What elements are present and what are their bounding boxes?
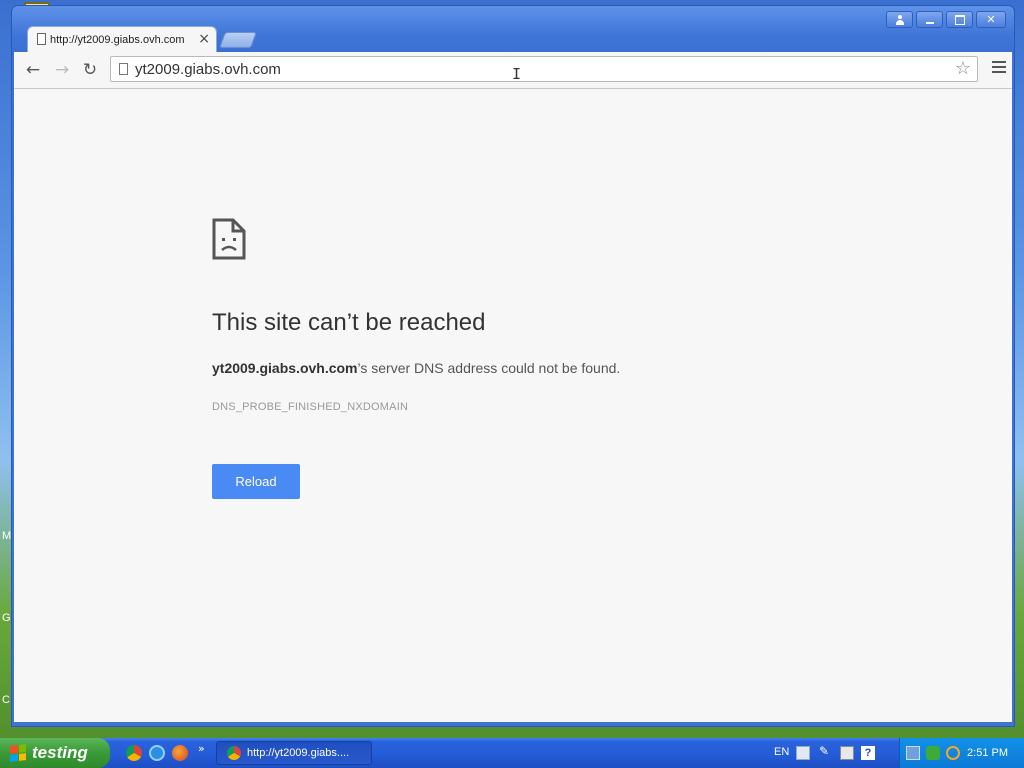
reload-button[interactable]: Reload <box>212 464 300 499</box>
profile-button[interactable] <box>886 11 913 28</box>
keyboard-icon[interactable] <box>796 746 810 760</box>
menu-button[interactable] <box>992 61 1006 76</box>
star-icon[interactable]: ☆ <box>955 58 971 79</box>
arrow-right-icon: → <box>54 60 70 80</box>
window-controls: ✕ <box>886 11 1006 28</box>
quick-launch-more-icon[interactable]: » <box>198 742 205 755</box>
language-indicator[interactable]: EN <box>774 746 789 758</box>
page-content: This site can’t be reached yt2009.giabs.… <box>14 89 1012 722</box>
pen-icon[interactable]: ✎ <box>819 744 833 758</box>
desktop-icon-label: G <box>2 612 11 624</box>
windows-logo-icon <box>10 744 26 762</box>
network-icon[interactable] <box>906 746 920 760</box>
arrow-left-icon: ← <box>25 60 41 80</box>
close-icon: ✕ <box>986 13 996 26</box>
maximize-button[interactable] <box>946 11 973 28</box>
address-bar[interactable]: yt2009.giabs.ovh.com I ☆ <box>110 56 978 83</box>
desktop-icon-label: M <box>2 530 12 542</box>
chrome-icon[interactable] <box>126 745 142 761</box>
browser-toolbar: ← → ↻ yt2009.giabs.ovh.com I ☆ <box>14 52 1012 89</box>
security-icon[interactable] <box>926 746 940 760</box>
firefox-icon[interactable] <box>172 745 188 761</box>
error-host: yt2009.giabs.ovh.com <box>212 360 358 376</box>
back-button[interactable]: ← <box>22 59 44 81</box>
error-title: This site can’t be reached <box>212 309 486 336</box>
taskbar-item-browser[interactable]: http://yt2009.giabs.... <box>216 741 372 765</box>
help-icon[interactable]: ? <box>861 746 875 760</box>
sad-page-icon <box>212 218 246 260</box>
browser-window: ✕ http://yt2009.giabs.ovh.com × ← → ↻ yt… <box>12 6 1014 726</box>
taskbar-item-label: http://yt2009.giabs.... <box>247 747 350 759</box>
reload-toolbar-button[interactable]: ↻ <box>79 59 101 81</box>
page-icon <box>119 63 128 75</box>
reload-icon: ↻ <box>82 60 98 80</box>
user-icon <box>895 14 905 25</box>
menu-icon-bar <box>992 61 1006 63</box>
minimize-button[interactable] <box>916 11 943 28</box>
minimize-icon <box>925 15 935 25</box>
tab-title: http://yt2009.giabs.ovh.com <box>50 33 185 46</box>
internet-explorer-icon[interactable] <box>149 745 165 761</box>
clock[interactable]: 2:51 PM <box>967 747 1008 759</box>
new-tab-button[interactable] <box>219 32 257 48</box>
error-message: yt2009.giabs.ovh.com’s server DNS addres… <box>212 360 620 376</box>
maximize-icon <box>954 14 965 25</box>
start-label: testing <box>32 743 88 762</box>
menu-icon-bar <box>992 66 1006 68</box>
error-message-text: ’s server DNS address could not be found… <box>357 360 621 376</box>
start-button[interactable]: testing <box>0 738 110 768</box>
browser-tab[interactable]: http://yt2009.giabs.ovh.com × <box>27 26 217 52</box>
page-icon <box>37 33 46 45</box>
tab-close-icon[interactable]: × <box>198 31 210 47</box>
system-tray: 2:51 PM <box>899 738 1024 768</box>
desktop-icon-label: C <box>2 694 10 706</box>
address-bar-url[interactable]: yt2009.giabs.ovh.com <box>135 61 281 78</box>
close-window-button[interactable]: ✕ <box>976 11 1006 28</box>
chrome-icon <box>227 746 241 760</box>
taskbar: testing » http://yt2009.giabs.... EN ✎ ?… <box>0 738 1024 768</box>
menu-icon-bar <box>992 71 1006 73</box>
forward-button[interactable]: → <box>51 59 73 81</box>
text-cursor-icon: I <box>512 65 522 83</box>
search-icon[interactable] <box>946 746 960 760</box>
language-bar-icon[interactable] <box>840 746 854 760</box>
error-code: DNS_PROBE_FINISHED_NXDOMAIN <box>212 401 409 413</box>
